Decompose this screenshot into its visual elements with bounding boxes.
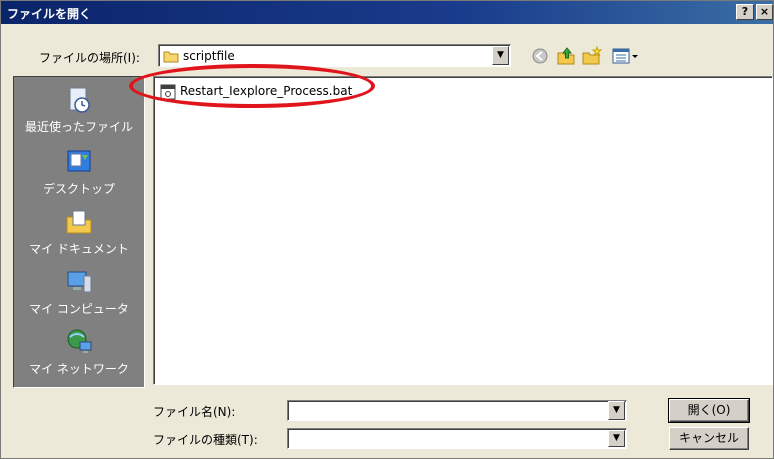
- look-in-label: ファイルの場所(I):: [39, 51, 140, 65]
- place-label: マイ ネットワーク: [29, 362, 129, 376]
- my-network-icon: [67, 329, 92, 353]
- file-name-dropdown-button[interactable]: ▼: [608, 401, 625, 420]
- look-in-value: scriptfile: [183, 49, 235, 63]
- my-documents-icon: [66, 210, 92, 234]
- window-title: ファイルを開く: [7, 7, 92, 21]
- place-label: デスクトップ: [42, 182, 115, 196]
- place-my-documents[interactable]: マイ ドキュメント: [14, 203, 144, 265]
- place-desktop[interactable]: デスクトップ: [14, 143, 144, 205]
- batch-file-icon: [160, 84, 176, 100]
- file-name-label: ファイル名(N):: [153, 405, 236, 419]
- file-name-input[interactable]: [287, 400, 627, 421]
- up-folder-icon[interactable]: [555, 46, 577, 66]
- place-my-computer[interactable]: マイ コンピュータ: [14, 263, 144, 325]
- recent-documents-icon: [69, 87, 90, 113]
- file-name: Restart_Iexplore_Process.bat: [180, 84, 353, 98]
- my-computer-icon: [67, 271, 92, 293]
- views-menu-icon[interactable]: [611, 46, 641, 66]
- back-arrow-icon[interactable]: [529, 46, 551, 66]
- place-label: マイ コンピュータ: [29, 302, 129, 316]
- title-bar[interactable]: ファイルを開く ? ×: [1, 1, 773, 24]
- new-folder-icon[interactable]: [581, 46, 603, 66]
- folder-icon: [163, 51, 179, 63]
- look-in-dropdown[interactable]: scriptfile ▼: [158, 44, 511, 67]
- desktop-icon: [67, 150, 91, 172]
- place-label: 最近使ったファイル: [24, 120, 133, 134]
- file-type-label: ファイルの種類(T):: [153, 433, 258, 447]
- place-recent[interactable]: 最近使ったファイル: [14, 81, 144, 143]
- close-button[interactable]: ×: [756, 4, 773, 20]
- places-bar: 最近使ったファイル デスクトップ マイ ドキュメント マイ コンピュータ マイ …: [13, 76, 145, 388]
- open-file-dialog: ファイルを開く ? × ファイルの場所(I): scriptfile ▼ 最近使…: [0, 0, 774, 459]
- place-label: マイ ドキュメント: [29, 242, 129, 256]
- file-list[interactable]: Restart_Iexplore_Process.bat: [153, 76, 773, 385]
- help-button[interactable]: ?: [736, 4, 754, 20]
- file-type-select[interactable]: ▼: [287, 428, 627, 449]
- place-my-network[interactable]: マイ ネットワーク: [14, 323, 144, 385]
- chevron-down-icon[interactable]: ▼: [608, 430, 625, 447]
- open-button[interactable]: 開く(O): [668, 398, 750, 423]
- chevron-down-icon[interactable]: ▼: [492, 46, 509, 65]
- cancel-button[interactable]: キャンセル: [669, 427, 749, 450]
